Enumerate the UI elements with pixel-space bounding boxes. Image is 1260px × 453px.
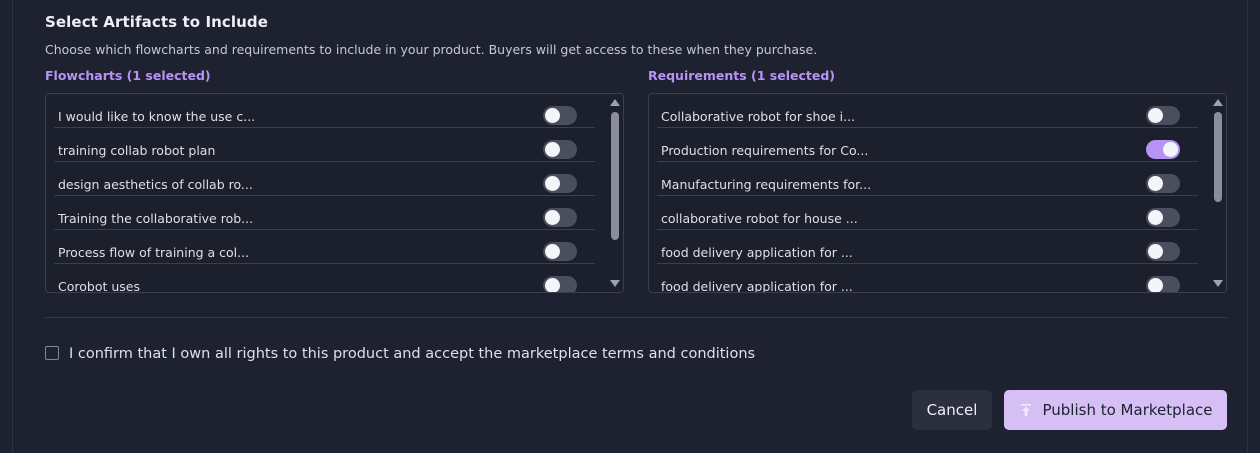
include-toggle[interactable] bbox=[1146, 140, 1180, 159]
include-toggle[interactable] bbox=[1146, 106, 1180, 125]
toggle-knob bbox=[545, 142, 560, 157]
flowcharts-list-content: I would like to know the use c... trainin… bbox=[46, 94, 603, 292]
toggle-knob bbox=[545, 244, 560, 259]
publish-button-label: Publish to Marketplace bbox=[1042, 401, 1213, 419]
include-toggle[interactable] bbox=[1146, 208, 1180, 227]
requirements-list-item[interactable]: Collaborative robot for shoe i... bbox=[657, 94, 1198, 128]
flowcharts-label: Flowcharts (1 selected) bbox=[45, 68, 211, 83]
flowcharts-scrollbar[interactable] bbox=[607, 94, 623, 292]
toggle-knob bbox=[545, 210, 560, 225]
panel-border-left bbox=[12, 0, 13, 453]
flowcharts-list-item[interactable]: design aesthetics of collab ro... bbox=[54, 162, 595, 196]
scroll-thumb[interactable] bbox=[611, 112, 619, 240]
list-item-label: I would like to know the use c... bbox=[58, 109, 256, 124]
list-item-label: Corobot uses bbox=[58, 279, 140, 292]
list-item-label: Process flow of training a col... bbox=[58, 245, 250, 260]
requirements-list-item[interactable]: Manufacturing requirements for... bbox=[657, 162, 1198, 196]
list-item-label: Training the collaborative rob... bbox=[58, 211, 254, 226]
include-toggle[interactable] bbox=[1146, 242, 1180, 261]
publish-dialog: Select Artifacts to Include Choose which… bbox=[0, 0, 1260, 453]
include-toggle[interactable] bbox=[543, 208, 577, 227]
list-item-label: collaborative robot for house ... bbox=[661, 211, 858, 226]
confirm-rights-label[interactable]: I confirm that I own all rights to this … bbox=[69, 346, 755, 362]
include-toggle[interactable] bbox=[1146, 174, 1180, 193]
scroll-up-arrow-icon[interactable] bbox=[1213, 99, 1223, 106]
requirements-label: Requirements (1 selected) bbox=[648, 68, 836, 83]
requirements-list[interactable]: Collaborative robot for shoe i... Product… bbox=[648, 93, 1227, 293]
upload-icon bbox=[1020, 404, 1031, 416]
confirm-rights-checkbox[interactable] bbox=[45, 346, 59, 360]
include-toggle[interactable] bbox=[543, 140, 577, 159]
list-item-label: design aesthetics of collab ro... bbox=[58, 177, 253, 192]
section-description: Choose which flowcharts and requirements… bbox=[45, 42, 818, 57]
toggle-knob bbox=[545, 108, 560, 123]
list-item-label: training collab robot plan bbox=[58, 143, 216, 158]
list-item-label: Manufacturing requirements for... bbox=[661, 177, 872, 192]
toggle-knob bbox=[1148, 176, 1163, 191]
include-toggle[interactable] bbox=[1146, 276, 1180, 292]
list-item-label: Production requirements for Co... bbox=[661, 143, 869, 158]
include-toggle[interactable] bbox=[543, 276, 577, 292]
flowcharts-list[interactable]: I would like to know the use c... trainin… bbox=[45, 93, 624, 293]
requirements-list-item[interactable]: food delivery application for ... bbox=[657, 230, 1198, 264]
flowcharts-list-item[interactable]: Corobot uses bbox=[54, 264, 595, 292]
scroll-up-arrow-icon[interactable] bbox=[610, 99, 620, 106]
section-title: Select Artifacts to Include bbox=[45, 13, 269, 31]
flowcharts-list-item[interactable]: Training the collaborative rob... bbox=[54, 196, 595, 230]
toggle-knob bbox=[1148, 108, 1163, 123]
flowcharts-list-item[interactable]: I would like to know the use c... bbox=[54, 94, 595, 128]
section-divider bbox=[45, 317, 1227, 318]
cancel-button-label: Cancel bbox=[926, 401, 978, 419]
list-item-label: food delivery application for ... bbox=[661, 245, 853, 260]
flowcharts-list-item[interactable]: training collab robot plan bbox=[54, 128, 595, 162]
toggle-knob bbox=[1148, 210, 1163, 225]
scroll-down-arrow-icon[interactable] bbox=[610, 280, 620, 287]
list-item-label: Collaborative robot for shoe i... bbox=[661, 109, 856, 124]
panel-border-right bbox=[1247, 0, 1248, 453]
scroll-down-arrow-icon[interactable] bbox=[1213, 280, 1223, 287]
flowcharts-list-item[interactable]: Process flow of training a col... bbox=[54, 230, 595, 264]
toggle-knob bbox=[1163, 142, 1178, 157]
include-toggle[interactable] bbox=[543, 242, 577, 261]
requirements-list-content: Collaborative robot for shoe i... Product… bbox=[649, 94, 1206, 292]
include-toggle[interactable] bbox=[543, 174, 577, 193]
list-item-label: food delivery application for ... bbox=[661, 279, 853, 292]
toggle-knob bbox=[1148, 244, 1163, 259]
publish-to-marketplace-button[interactable]: Publish to Marketplace bbox=[1004, 390, 1227, 430]
scroll-thumb[interactable] bbox=[1214, 112, 1222, 202]
requirements-list-item[interactable]: food delivery application for ... bbox=[657, 264, 1198, 292]
requirements-list-item[interactable]: collaborative robot for house ... bbox=[657, 196, 1198, 230]
toggle-knob bbox=[545, 278, 560, 292]
requirements-list-item[interactable]: Production requirements for Co... bbox=[657, 128, 1198, 162]
toggle-knob bbox=[545, 176, 560, 191]
cancel-button[interactable]: Cancel bbox=[912, 390, 992, 430]
requirements-scrollbar[interactable] bbox=[1210, 94, 1226, 292]
toggle-knob bbox=[1148, 278, 1163, 292]
include-toggle[interactable] bbox=[543, 106, 577, 125]
